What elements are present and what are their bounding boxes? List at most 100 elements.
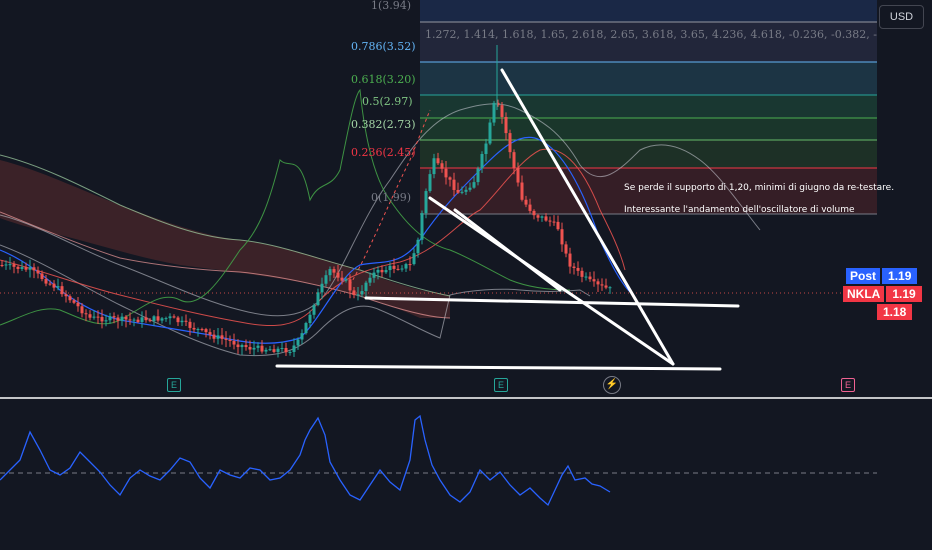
candle-body — [76, 302, 80, 307]
price-chart[interactable] — [0, 0, 932, 550]
candle-body — [316, 292, 320, 306]
candle-body — [224, 338, 228, 340]
candle-body — [332, 269, 336, 273]
candle-body — [116, 317, 120, 321]
candle-body — [304, 322, 308, 334]
annotation-line-2[interactable]: Interessante l'andamento dell'oscillator… — [624, 205, 855, 215]
candle-body — [468, 187, 472, 190]
candle-body — [36, 270, 40, 274]
candle-body — [24, 267, 28, 270]
candle-body — [444, 168, 448, 178]
candle-body — [56, 286, 60, 288]
post-price-badge: Post 1.19 — [846, 268, 918, 284]
candle-body — [20, 267, 24, 269]
candle-body — [84, 313, 88, 315]
candle-body — [204, 329, 208, 333]
candle-body — [532, 210, 536, 216]
candle-body — [52, 283, 56, 288]
candle-body — [132, 319, 136, 321]
falling-wedge-lower-line — [428, 196, 675, 366]
candle-body — [420, 213, 424, 240]
candle-body — [88, 314, 92, 318]
bid-price-badge: 1.18 — [877, 304, 913, 320]
candle-body — [448, 177, 452, 180]
candle-body — [168, 316, 172, 319]
earnings-marker-upcoming[interactable]: E — [841, 378, 855, 392]
candle-body — [512, 152, 516, 168]
fib-level-label: 0(1.99) — [371, 191, 412, 204]
candle-body — [108, 316, 112, 321]
candle-body — [188, 321, 192, 328]
candle-body — [48, 283, 52, 285]
candle-body — [276, 348, 280, 352]
earnings-marker-1[interactable]: E — [167, 378, 181, 392]
candle-body — [140, 317, 144, 322]
annotation-line-1[interactable]: Se perde il supporto di 1,20, minimi di … — [624, 183, 894, 193]
candle-body — [136, 319, 140, 322]
candle-body — [292, 345, 296, 352]
candle-body — [396, 268, 400, 270]
candle-body — [452, 179, 456, 190]
candle-body — [8, 264, 12, 266]
post-label: Post — [846, 268, 881, 284]
candle-body — [584, 276, 588, 278]
candle-body — [384, 270, 388, 273]
candle-body — [256, 345, 260, 348]
candle-body — [380, 269, 384, 273]
candle-body — [308, 314, 312, 323]
currency-button[interactable]: USD — [879, 5, 924, 29]
candle-body — [164, 318, 168, 320]
candle-body — [16, 266, 20, 269]
candle-body — [508, 133, 512, 153]
candle-body — [112, 316, 116, 318]
candle-body — [416, 239, 420, 254]
candle-body — [520, 182, 524, 200]
candle-body — [120, 316, 124, 321]
candle-body — [144, 317, 148, 321]
candle-body — [432, 158, 436, 175]
candle-body — [192, 327, 196, 330]
candle-body — [160, 318, 164, 321]
candle-body — [540, 216, 544, 218]
candle-body — [212, 334, 216, 339]
candle-body — [240, 345, 244, 348]
candle-body — [336, 272, 340, 278]
candle-body — [156, 316, 160, 321]
candle-body — [588, 276, 592, 280]
candle-body — [556, 221, 560, 230]
candle-body — [100, 317, 104, 322]
post-value: 1.19 — [882, 268, 918, 284]
candle-body — [580, 270, 584, 277]
candle-body — [176, 317, 180, 323]
candle-body — [436, 158, 440, 164]
candle-body — [412, 253, 416, 265]
candle-body — [148, 320, 152, 322]
bid-value: 1.18 — [877, 304, 913, 320]
candle-body — [408, 264, 412, 266]
candle-body — [528, 204, 532, 211]
fib-level-label: 0.618(3.20) — [351, 73, 416, 86]
fib-extension-levels: 1.272, 1.414, 1.618, 1.65, 2.618, 2.65, … — [425, 28, 877, 41]
candle-body — [4, 264, 8, 266]
candle-body — [592, 279, 596, 282]
fib-level-label: 0.786(3.52) — [351, 40, 416, 53]
candle-body — [564, 244, 568, 254]
candle-body — [524, 199, 528, 205]
candle-body — [504, 116, 508, 134]
candle-body — [568, 253, 572, 267]
candle-body — [464, 189, 468, 192]
candle-body — [328, 269, 332, 276]
candle-body — [280, 347, 284, 349]
candle-body — [172, 316, 176, 318]
candle-body — [44, 279, 48, 284]
candle-body — [356, 294, 360, 296]
candle-body — [196, 329, 200, 331]
earnings-marker-2[interactable]: E — [494, 378, 508, 392]
candle-body — [80, 306, 84, 314]
candle-body — [572, 266, 576, 268]
candle-body — [92, 316, 96, 318]
fib-level-label: 0.5(2.97) — [362, 95, 413, 108]
candle-body — [260, 345, 264, 352]
lightning-bolt-icon[interactable]: ⚡ — [603, 376, 621, 394]
candle-body — [604, 285, 608, 288]
